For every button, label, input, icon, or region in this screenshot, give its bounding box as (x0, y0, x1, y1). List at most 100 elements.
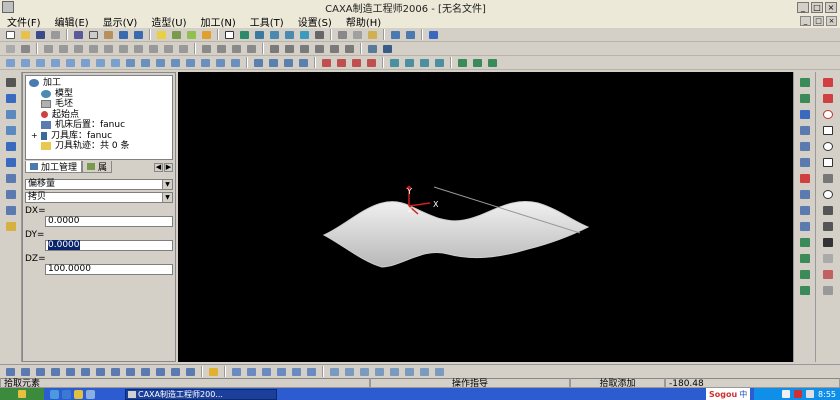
project-icon[interactable] (798, 124, 812, 136)
antivirus-icon[interactable] (794, 390, 803, 398)
menu-tools[interactable]: 工具(T) (243, 14, 291, 29)
view-iso-icon[interactable] (245, 43, 258, 54)
volume-icon[interactable] (806, 390, 815, 398)
text-icon[interactable] (821, 236, 835, 248)
print-icon[interactable] (49, 29, 62, 40)
zoom-out-icon[interactable] (283, 29, 296, 40)
sketch-spline-icon[interactable] (79, 366, 92, 377)
surface-fillet-icon[interactable] (403, 57, 416, 68)
color-icon[interactable] (200, 29, 213, 40)
refresh-icon[interactable] (238, 29, 251, 40)
surface-model[interactable] (322, 201, 590, 268)
taskbar-app-button[interactable]: CAXA制造工程师200... (125, 388, 277, 400)
draft-icon[interactable] (169, 57, 182, 68)
constraint-icon[interactable] (343, 43, 356, 54)
helix-icon[interactable] (486, 57, 499, 68)
offset-icon[interactable] (798, 156, 812, 168)
surface-flip-icon[interactable] (418, 366, 431, 377)
sketch-rect-icon[interactable] (64, 366, 77, 377)
tree-item-toolpaths[interactable]: 刀具轨迹：共 0 条 (29, 141, 169, 152)
surface-sweep-icon[interactable] (282, 57, 295, 68)
constraint-edit-icon[interactable] (4, 156, 18, 168)
feature-tree-icon[interactable] (366, 43, 379, 54)
sketch-plane-icon[interactable] (4, 366, 17, 377)
surface-trim-icon[interactable] (388, 57, 401, 68)
menu-machining[interactable]: 加工(N) (193, 14, 242, 29)
layer-down-icon[interactable] (798, 92, 812, 104)
point-icon[interactable] (821, 188, 835, 200)
track-icon[interactable] (389, 29, 402, 40)
light-icon[interactable] (155, 29, 168, 40)
offset-surface-icon[interactable] (365, 57, 378, 68)
fillet-icon[interactable] (124, 57, 137, 68)
tree-item-tool-library[interactable]: + 刀具库：fanuc (29, 131, 169, 142)
sweep-icon[interactable] (34, 57, 47, 68)
extrude-icon[interactable] (4, 57, 17, 68)
curve-smooth-icon[interactable] (275, 366, 288, 377)
split-icon[interactable] (798, 204, 812, 216)
tree-item-model[interactable]: 模型 (29, 89, 169, 100)
rotate-icon[interactable] (298, 29, 311, 40)
graphics-viewport[interactable]: Y X Z (178, 72, 793, 362)
rectangle-icon[interactable] (821, 124, 835, 136)
grid-icon[interactable] (57, 43, 70, 54)
loft-icon[interactable] (49, 57, 62, 68)
sketch-dim-icon[interactable] (184, 366, 197, 377)
tab-scroll-right-icon[interactable]: ▶ (164, 162, 173, 172)
tree-root[interactable]: 加工 (29, 78, 169, 89)
media-icon[interactable] (86, 389, 95, 399)
pencil-icon[interactable] (207, 366, 220, 377)
transform-icon[interactable] (798, 236, 812, 248)
copy-select[interactable]: 拷贝 ▼ (25, 192, 173, 203)
curve-project-icon[interactable] (290, 366, 303, 377)
surface-extend-icon[interactable] (418, 57, 431, 68)
undo-icon[interactable] (117, 29, 130, 40)
plane-xz-icon[interactable] (298, 43, 311, 54)
plane-icon[interactable] (4, 108, 18, 120)
cut-revolve-icon[interactable] (79, 57, 92, 68)
tab-attributes[interactable]: 属 (82, 161, 113, 173)
chevron-down-icon[interactable]: ▼ (162, 180, 172, 189)
ruled-surface-icon[interactable] (320, 57, 333, 68)
measure-icon[interactable] (427, 29, 440, 40)
network-icon[interactable] (782, 390, 791, 398)
doc-restore-button[interactable]: □ (813, 16, 824, 26)
window-icon[interactable] (223, 29, 236, 40)
cut-sweep-icon[interactable] (94, 57, 107, 68)
circle-icon[interactable] (821, 108, 835, 120)
cut-loft-icon[interactable] (109, 57, 122, 68)
close-button[interactable]: × (825, 1, 837, 13)
view-left-icon[interactable] (230, 43, 243, 54)
ortho-plane-icon[interactable] (4, 172, 18, 184)
erase-icon[interactable] (821, 268, 835, 280)
curve-break-icon[interactable] (245, 366, 258, 377)
view-top-icon[interactable] (215, 43, 228, 54)
surface-line-icon[interactable] (328, 366, 341, 377)
hatch-icon[interactable] (821, 252, 835, 264)
function-curve-icon[interactable] (821, 172, 835, 184)
scale-icon[interactable] (798, 284, 812, 296)
surface-revolve-icon[interactable] (267, 57, 280, 68)
shade-icon[interactable] (351, 29, 364, 40)
tree-item-machine[interactable]: 机床后置：fanuc (29, 120, 169, 131)
surface-extrude-icon[interactable] (252, 57, 265, 68)
revolve-icon[interactable] (19, 57, 32, 68)
fit-view-icon[interactable] (381, 43, 394, 54)
cloud-icon[interactable] (4, 220, 18, 232)
curve-offset-icon[interactable] (305, 366, 318, 377)
plane-xy-icon[interactable] (268, 43, 281, 54)
chamfer-icon[interactable] (139, 57, 152, 68)
sketch-circle-icon[interactable] (49, 366, 62, 377)
show-icon[interactable] (162, 43, 175, 54)
tab-machining[interactable]: 加工管理 (25, 161, 83, 173)
surface-unfold-icon[interactable] (433, 366, 446, 377)
property-icon[interactable] (821, 284, 835, 296)
tab-scroll-left-icon[interactable]: ◀ (154, 162, 163, 172)
hide-icon[interactable] (147, 43, 160, 54)
snap-icon[interactable] (72, 43, 85, 54)
layer-manager-icon[interactable] (19, 43, 32, 54)
minimize-button[interactable]: _ (797, 1, 809, 13)
fillet-2d-icon[interactable] (821, 220, 835, 232)
select-all-icon[interactable] (4, 43, 17, 54)
copy-icon[interactable] (87, 29, 100, 40)
